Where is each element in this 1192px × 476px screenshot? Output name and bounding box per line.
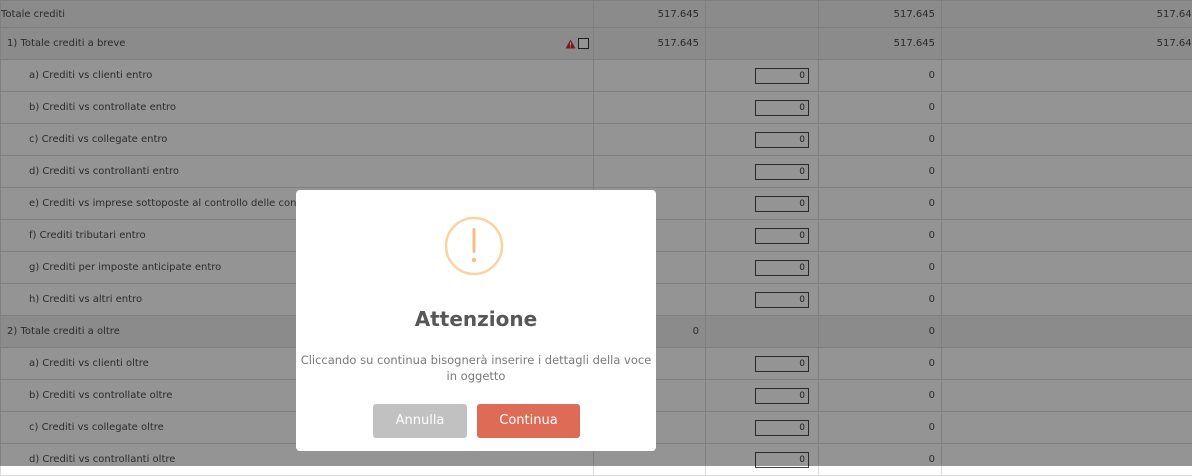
dialog-title: Attenzione — [296, 307, 656, 331]
cancel-button[interactable]: Annulla — [373, 404, 467, 438]
modal-overlay[interactable]: Attenzione Cliccando su continua bisogne… — [0, 0, 1192, 466]
confirm-dialog: Attenzione Cliccando su continua bisogne… — [296, 190, 656, 451]
dialog-message: Cliccando su continua bisognerà inserire… — [296, 352, 656, 384]
warning-circle-icon — [444, 216, 504, 276]
continue-button[interactable]: Continua — [477, 404, 580, 438]
